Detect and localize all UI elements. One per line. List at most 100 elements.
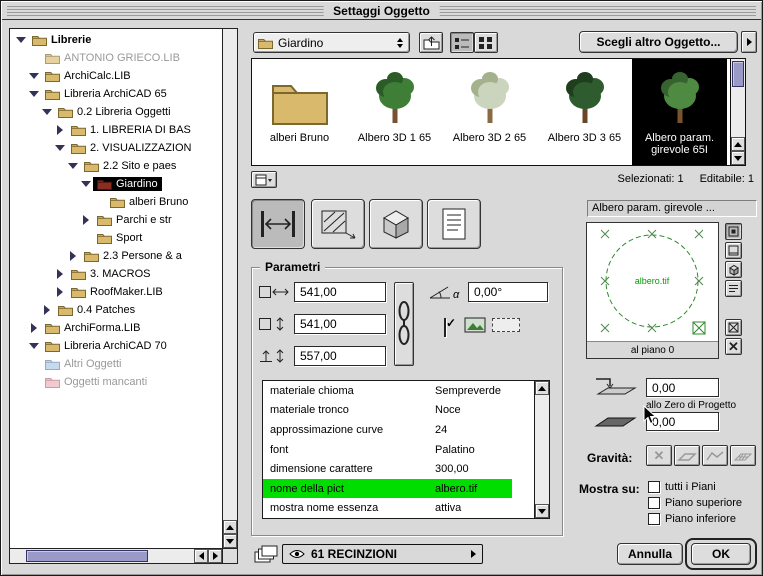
tree-item-altri-oggetti[interactable]: Altri Oggetti — [10, 355, 222, 373]
preview-clear-button[interactable]: ✕ — [725, 338, 742, 355]
parent-folder-button[interactable] — [419, 32, 443, 53]
disclosure-open-icon[interactable] — [81, 179, 90, 189]
tree-item-archicalc-lib[interactable]: ArchiCalc.LIB — [10, 67, 222, 85]
layer-popup[interactable]: 61 RECINZIONI — [282, 544, 483, 564]
tree-item-0-4-patches[interactable]: 0.4 Patches — [10, 301, 222, 319]
show-on-option-tutti-i-piani[interactable]: tutti i Piani — [648, 479, 742, 495]
object-item-albero-param-girevole-65i[interactable]: Albero param. girevole 65I — [632, 59, 727, 165]
scrollbar-thumb[interactable] — [732, 61, 744, 87]
link-dimensions-button[interactable] — [394, 282, 414, 366]
show-on-option-piano-inferiore[interactable]: Piano inferiore — [648, 511, 742, 527]
size-x-field[interactable]: 541,00 — [294, 282, 386, 302]
tree-item-2-2-sito-e-paes[interactable]: 2.2 Sito e paes — [10, 157, 222, 175]
parameter-row-font[interactable]: fontPalatino — [263, 440, 534, 460]
checkbox-icon[interactable] — [648, 497, 660, 509]
disclosure-closed-icon[interactable] — [55, 125, 64, 135]
tree-item-body[interactable]: Giardino — [93, 177, 162, 191]
disclosure-closed-icon[interactable] — [55, 269, 64, 279]
tree-item-alberi-bruno[interactable]: alberi Bruno — [10, 193, 222, 211]
tree-item-libreria-archicad-65[interactable]: Libreria ArchiCAD 65 — [10, 85, 222, 103]
tree-item-body[interactable]: 0.2 Libreria Oggetti — [54, 105, 175, 119]
object-item-alberi-bruno[interactable]: alberi Bruno — [252, 59, 347, 165]
tab-3d-view[interactable] — [369, 199, 423, 249]
rotation-angle-field[interactable]: 0,00° — [468, 282, 548, 302]
object-item-albero-3d-2-65[interactable]: Albero 3D 2 65 — [442, 59, 537, 165]
disclosure-closed-icon[interactable] — [81, 215, 90, 225]
preview-mode-plan-button[interactable] — [725, 223, 742, 240]
elevation-absolute-field[interactable]: 0,00 — [646, 412, 719, 431]
preview-mode-front-button[interactable] — [725, 242, 742, 259]
tree-item-body[interactable]: alberi Bruno — [106, 195, 192, 209]
disclosure-open-icon[interactable] — [42, 107, 51, 117]
ok-button[interactable]: OK — [691, 543, 751, 565]
tree-item-giardino[interactable]: Giardino — [10, 175, 222, 193]
tree-item-body[interactable]: 2. VISUALIZZAZION — [67, 141, 195, 155]
browser-scrollbar[interactable] — [730, 59, 745, 165]
scroll-down-button[interactable] — [731, 151, 745, 165]
tree-item-body[interactable]: Librerie — [28, 33, 95, 47]
tree-item-body[interactable]: Altri Oggetti — [41, 357, 125, 371]
table-scrollbar[interactable] — [534, 381, 549, 518]
tree-item-body[interactable]: ArchiCalc.LIB — [41, 69, 135, 83]
tree-item-body[interactable]: 2.2 Sito e paes — [80, 159, 180, 173]
elevation-to-story-field[interactable]: 0,00 — [646, 378, 719, 397]
disclosure-open-icon[interactable] — [16, 35, 25, 45]
disclosure-closed-icon[interactable] — [55, 287, 64, 297]
tab-2d-hatch[interactable] — [311, 199, 365, 249]
scroll-down-button[interactable] — [223, 534, 237, 548]
tree-item-body[interactable]: RoofMaker.LIB — [67, 285, 167, 299]
tree-item-body[interactable]: Libreria ArchiCAD 65 — [41, 87, 171, 101]
tree-item-3-macros[interactable]: 3. MACROS — [10, 265, 222, 283]
gravity-mesh-button[interactable] — [730, 445, 756, 466]
tree-item-0-2-libreria-oggetti[interactable]: 0.2 Libreria Oggetti — [10, 103, 222, 121]
tree-item-parchi-e-str[interactable]: Parchi e str — [10, 211, 222, 229]
object-item-albero-3d-1-65[interactable]: Albero 3D 1 65 — [347, 59, 442, 165]
tree-item-1-libreria-di-bas[interactable]: 1. LIBRERIA DI BAS — [10, 121, 222, 139]
tab-2d-symbol[interactable] — [251, 199, 305, 249]
object-preview[interactable]: albero.tif al piano 0 — [586, 222, 719, 359]
tree-item-body[interactable]: 3. MACROS — [67, 267, 155, 281]
checkbox-icon[interactable] — [648, 481, 660, 493]
preview-mode-3d-button[interactable] — [725, 261, 742, 278]
scroll-up-button[interactable] — [223, 520, 237, 534]
disclosure-open-icon[interactable] — [55, 143, 64, 153]
preview-mode-text-button[interactable] — [725, 280, 742, 297]
view-as-icons-button[interactable] — [474, 32, 498, 53]
tree-item-body[interactable]: 1. LIBRERIA DI BAS — [67, 123, 195, 137]
disclosure-closed-icon[interactable] — [42, 305, 51, 315]
tree-horizontal-scrollbar[interactable] — [10, 548, 222, 563]
tree-item-body[interactable]: 2.3 Persone & a — [80, 249, 186, 263]
header-more-button[interactable] — [741, 31, 757, 53]
disclosure-closed-icon[interactable] — [68, 251, 77, 261]
parameter-row-dimensione-carattere[interactable]: dimensione carattere300,00 — [263, 459, 534, 479]
choose-other-object-button[interactable]: Scegli altro Oggetto... — [579, 31, 738, 53]
tree-item-2-visualizzazion[interactable]: 2. VISUALIZZAZION — [10, 139, 222, 157]
tree-item-librerie[interactable]: Librerie — [10, 31, 222, 49]
scroll-up-button[interactable] — [731, 137, 745, 151]
tree-item-body[interactable]: 0.4 Patches — [54, 303, 139, 317]
preview-hotspot-button[interactable] — [725, 319, 742, 336]
use-symbol-checkbox[interactable] — [444, 319, 446, 337]
scroll-up-button[interactable] — [535, 381, 549, 395]
tab-description[interactable] — [427, 199, 481, 249]
disclosure-open-icon[interactable] — [29, 341, 38, 351]
scroll-left-button[interactable] — [194, 549, 208, 563]
tree-item-sport[interactable]: Sport — [10, 229, 222, 247]
parameter-row-materiale-tronco[interactable]: materiale troncoNoce — [263, 401, 534, 421]
scrollbar-thumb[interactable] — [26, 550, 148, 562]
tree-item-libreria-archicad-70[interactable]: Libreria ArchiCAD 70 — [10, 337, 222, 355]
titlebar[interactable]: Settaggi Oggetto — [2, 2, 761, 20]
object-item-albero-3d-3-65[interactable]: Albero 3D 3 65 — [537, 59, 632, 165]
scroll-right-button[interactable] — [208, 549, 222, 563]
tree-item-antonio-grieco-lib[interactable]: ANTONIO GRIECO.LIB — [10, 49, 222, 67]
display-options-button[interactable] — [251, 171, 277, 188]
disclosure-open-icon[interactable] — [29, 89, 38, 99]
tree-vertical-scrollbar[interactable] — [222, 29, 237, 548]
view-as-list-button[interactable] — [450, 32, 474, 53]
parameter-row-approssimazione-curve[interactable]: approssimazione curve24 — [263, 420, 534, 440]
tree-item-archiforma-lib[interactable]: ArchiForma.LIB — [10, 319, 222, 337]
scroll-down-button[interactable] — [535, 504, 549, 518]
parameter-row-nome-della-pict[interactable]: nome della pictalbero.tif — [263, 479, 534, 499]
checkbox-icon[interactable] — [648, 513, 660, 525]
gravity-roof-button[interactable] — [702, 445, 728, 466]
